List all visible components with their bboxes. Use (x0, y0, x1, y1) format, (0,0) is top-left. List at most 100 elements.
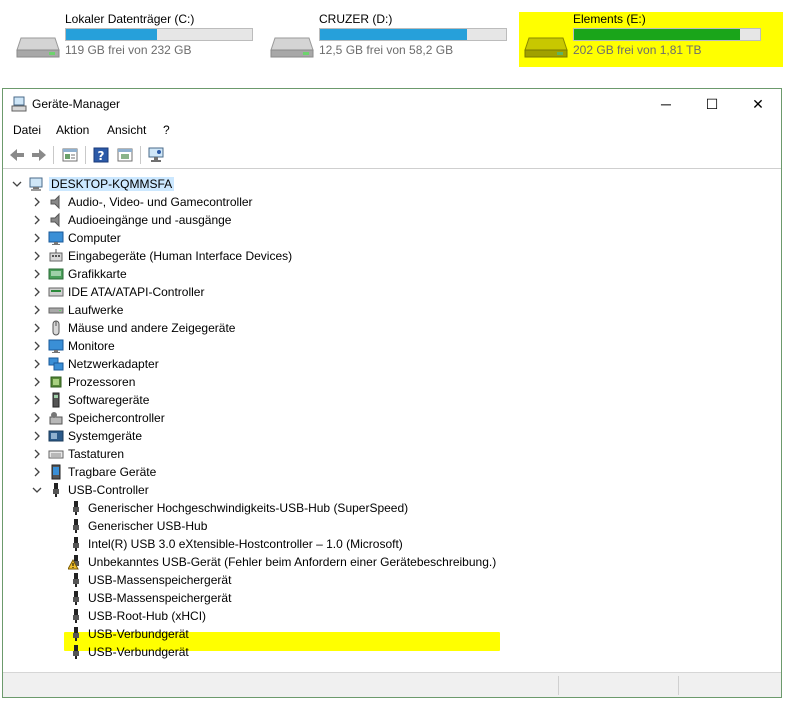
tree-category[interactable]: Tragbare Geräte (6, 463, 706, 481)
tree-category[interactable]: Eingabegeräte (Human Interface Devices) (6, 247, 706, 265)
chevron-right-icon[interactable] (32, 215, 42, 225)
close-button[interactable]: ✕ (735, 89, 781, 119)
menu-datei[interactable]: Datei (13, 123, 41, 137)
tree-category-label: Eingabegeräte (Human Interface Devices) (68, 249, 293, 263)
properties-icon[interactable] (61, 146, 79, 164)
tree-device[interactable]: Generischer Hochgeschwindigkeits-USB-Hub… (6, 499, 706, 517)
status-bar (3, 672, 781, 697)
menu-help[interactable]: ? (163, 123, 170, 137)
menu-aktion[interactable]: Aktion (56, 123, 89, 137)
tree-category[interactable]: Speichercontroller (6, 409, 706, 427)
tree-category-label: Prozessoren (68, 375, 136, 389)
chevron-down-icon[interactable] (32, 485, 42, 495)
chevron-right-icon[interactable] (32, 197, 42, 207)
tree-category-label: IDE ATA/ATAPI-Controller (68, 285, 205, 299)
device-manager-icon (11, 96, 27, 112)
drive-c[interactable]: Lokaler Datenträger (C:) 119 GB frei von… (15, 10, 260, 66)
tree-category[interactable]: Netzwerkadapter (6, 355, 706, 373)
tree-device-label: USB-Massenspeichergerät (88, 591, 232, 605)
device-manager-window: Geräte-Manager ─ ☐ ✕ Datei Aktion Ansich… (2, 88, 782, 698)
drive-usage-bar (573, 28, 761, 41)
scan-hardware-icon[interactable] (147, 146, 165, 164)
chevron-right-icon[interactable] (32, 467, 42, 477)
tree-category-label: Netzwerkadapter (68, 357, 159, 371)
chevron-right-icon[interactable] (32, 251, 42, 261)
tree-category-label: Computer (68, 231, 121, 245)
tree-category-label: Audio-, Video- und Gamecontroller (68, 195, 253, 209)
chevron-right-icon[interactable] (32, 287, 42, 297)
audio-video-game-icon (50, 194, 60, 210)
tree-device-label: Intel(R) USB 3.0 eXtensible-Hostcontroll… (88, 537, 403, 551)
chevron-right-icon[interactable] (32, 395, 42, 405)
chevron-right-icon[interactable] (32, 233, 42, 243)
chevron-down-icon[interactable] (12, 179, 22, 189)
chevron-right-icon[interactable] (32, 377, 42, 387)
chevron-right-icon[interactable] (32, 431, 42, 441)
toolbar-separator (140, 146, 141, 164)
tree-category-label: Softwaregeräte (68, 393, 150, 407)
tree-category[interactable]: Audio-, Video- und Gamecontroller (6, 193, 706, 211)
tree-category-label: Monitore (68, 339, 115, 353)
portable-device-icon (51, 464, 61, 480)
tree-device[interactable]: USB-Verbundgerät (6, 625, 706, 643)
drive-name: CRUZER (D:) (319, 12, 393, 26)
chevron-right-icon[interactable] (32, 359, 42, 369)
computer-icon (48, 231, 64, 245)
forward-icon[interactable] (30, 146, 48, 164)
tree-category[interactable]: Prozessoren (6, 373, 706, 391)
usb-device-icon (73, 573, 79, 587)
chevron-right-icon[interactable] (32, 341, 42, 351)
drive-d[interactable]: CRUZER (D:) 12,5 GB frei von 58,2 GB (269, 10, 514, 66)
tree-device[interactable]: USB-Massenspeichergerät (6, 571, 706, 589)
tree-category[interactable]: Monitore (6, 337, 706, 355)
toolbar: ? (3, 141, 781, 169)
tree-category[interactable]: Grafikkarte (6, 265, 706, 283)
tree-category[interactable]: Systemgeräte (6, 427, 706, 445)
drive-e[interactable]: Elements (E:) 202 GB frei von 1,81 TB (523, 10, 768, 66)
title-bar[interactable]: Geräte-Manager ─ ☐ ✕ (3, 89, 781, 119)
toolbar-separator (53, 146, 54, 164)
maximize-button[interactable]: ☐ (689, 89, 735, 119)
back-icon[interactable] (8, 146, 26, 164)
monitor-icon (48, 339, 64, 353)
hid-icon (49, 249, 63, 262)
menu-ansicht[interactable]: Ansicht (107, 123, 146, 137)
tree-category[interactable]: USB-Controller (6, 481, 706, 499)
tree-device-label: Generischer Hochgeschwindigkeits-USB-Hub… (88, 501, 409, 515)
drive-name: Lokaler Datenträger (C:) (65, 12, 195, 26)
ide-controller-icon (48, 287, 64, 297)
tree-category-label: Tragbare Geräte (68, 465, 157, 479)
tree-category[interactable]: Audioeingänge und -ausgänge (6, 211, 706, 229)
device-tree[interactable]: DESKTOP-KQMMSFA Audio-, Video- und Gameco… (6, 171, 781, 671)
network-adapter-icon (48, 357, 64, 371)
tree-device[interactable]: USB-Root-Hub (xHCI) (6, 607, 706, 625)
usb-device-icon (73, 537, 79, 551)
chevron-right-icon[interactable] (32, 305, 42, 315)
computer-icon (29, 177, 43, 191)
tree-category[interactable]: Computer (6, 229, 706, 247)
minimize-button[interactable]: ─ (643, 89, 689, 119)
tree-device[interactable]: Intel(R) USB 3.0 eXtensible-Hostcontroll… (6, 535, 706, 553)
usb-device-icon (73, 519, 79, 533)
tree-category[interactable]: Laufwerke (6, 301, 706, 319)
tree-device-warning[interactable]: Unbekanntes USB-Gerät (Fehler beim Anfor… (6, 553, 706, 571)
processor-icon (50, 376, 62, 388)
tree-root[interactable]: DESKTOP-KQMMSFA (6, 175, 706, 193)
tree-category[interactable]: Tastaturen (6, 445, 706, 463)
show-hidden-icon[interactable] (116, 146, 134, 164)
status-panel (558, 676, 678, 695)
chevron-right-icon[interactable] (32, 449, 42, 459)
screenshot-root: Lokaler Datenträger (C:) 119 GB frei von… (0, 0, 798, 702)
help-icon[interactable]: ? (92, 146, 110, 164)
tree-device[interactable]: USB-Massenspeichergerät (6, 589, 706, 607)
tree-category[interactable]: Softwaregeräte (6, 391, 706, 409)
tree-category[interactable]: IDE ATA/ATAPI-Controller (6, 283, 706, 301)
tree-category[interactable]: Mäuse und andere Zeigegeräte (6, 319, 706, 337)
tree-category-label: Audioeingänge und -ausgänge (68, 213, 232, 227)
tree-device[interactable]: Generischer USB-Hub (6, 517, 706, 535)
drive-free-space: 12,5 GB frei von 58,2 GB (319, 43, 454, 57)
chevron-right-icon[interactable] (32, 413, 42, 423)
chevron-right-icon[interactable] (32, 269, 42, 279)
chevron-right-icon[interactable] (32, 323, 42, 333)
tree-device[interactable]: USB-Verbundgerät (6, 643, 706, 661)
